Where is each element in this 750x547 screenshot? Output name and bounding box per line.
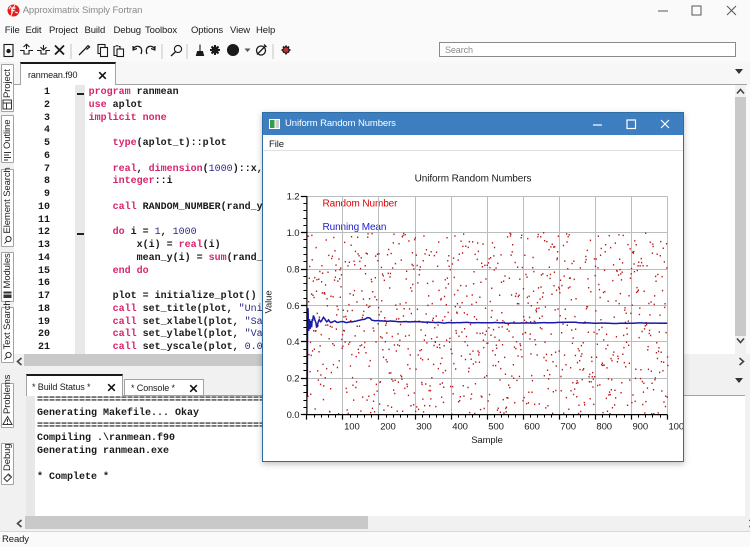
- svg-text:1000: 1000: [669, 422, 685, 433]
- svg-text:300: 300: [416, 422, 432, 433]
- svg-text:400: 400: [452, 422, 468, 433]
- svg-text:500: 500: [488, 422, 504, 433]
- svg-text:0.2: 0.2: [287, 374, 300, 385]
- svg-text:600: 600: [524, 422, 540, 433]
- svg-text:200: 200: [380, 422, 396, 433]
- svg-text:Random Number: Random Number: [323, 199, 399, 210]
- svg-text:700: 700: [560, 422, 576, 433]
- svg-text:1.2: 1.2: [287, 192, 300, 203]
- svg-text:1.0: 1.0: [287, 228, 300, 239]
- svg-text:Uniform Random Numbers: Uniform Random Numbers: [415, 174, 532, 185]
- svg-text:100: 100: [344, 422, 360, 433]
- svg-text:Value: Value: [264, 290, 275, 313]
- svg-text:800: 800: [596, 422, 612, 433]
- svg-text:Running Mean: Running Mean: [323, 222, 387, 233]
- svg-text:0.8: 0.8: [287, 265, 300, 276]
- svg-text:0.6: 0.6: [287, 301, 300, 312]
- svg-text:0.4: 0.4: [287, 337, 300, 348]
- svg-text:0.0: 0.0: [287, 410, 300, 421]
- svg-text:900: 900: [633, 422, 649, 433]
- svg-text:Sample: Sample: [471, 435, 503, 446]
